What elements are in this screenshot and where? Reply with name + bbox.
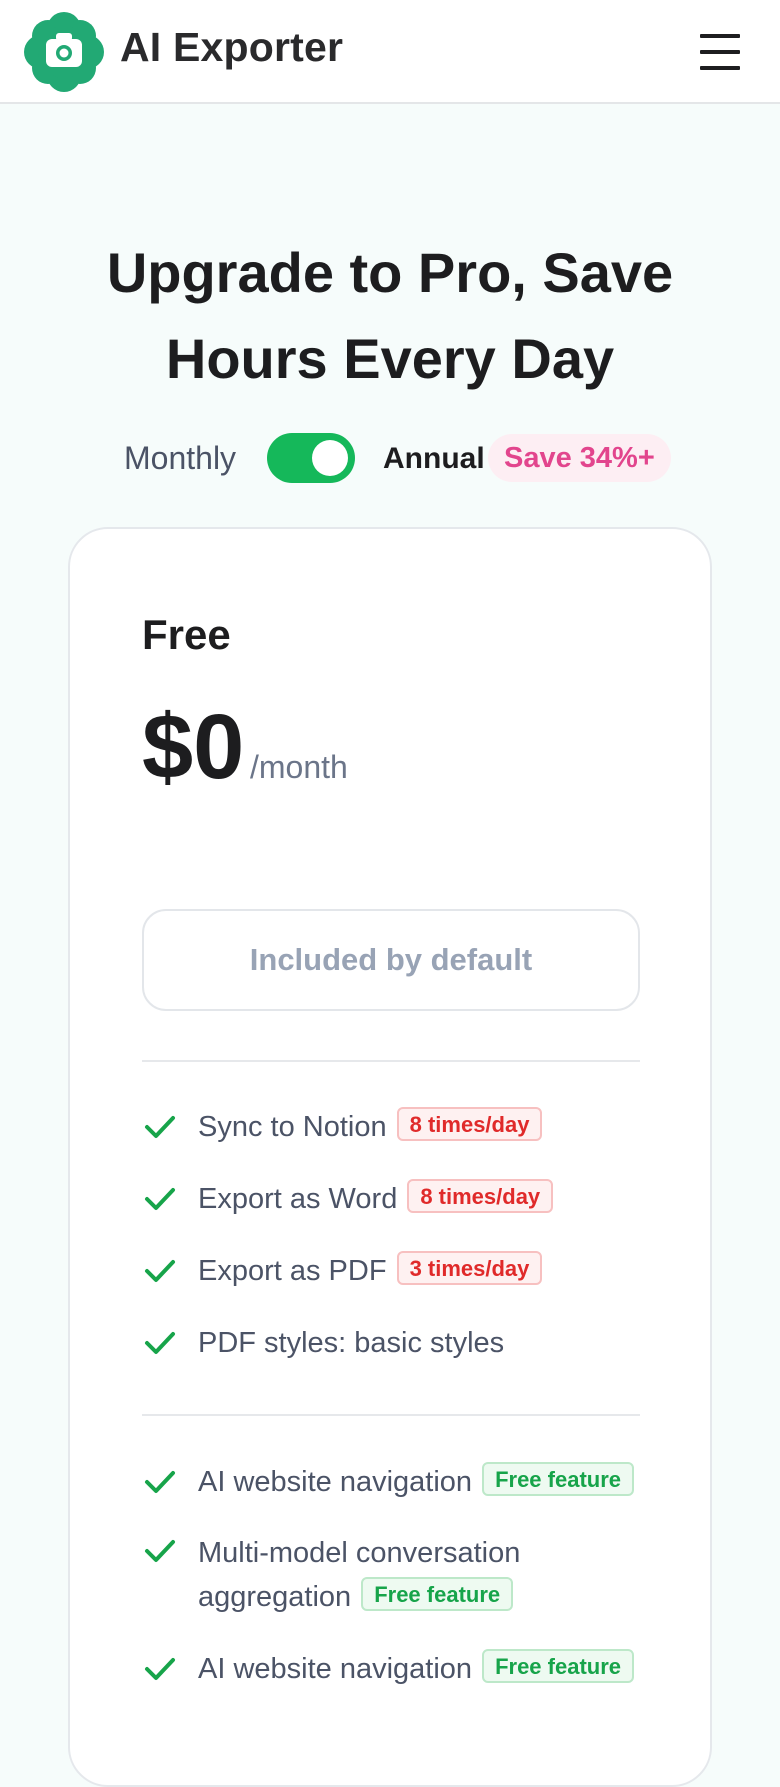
check-icon <box>145 1540 175 1562</box>
check-icon <box>145 1260 175 1282</box>
check-icon <box>145 1471 175 1493</box>
page-title-line-2: Hours Every Day <box>165 327 615 390</box>
feature-label: AI website navigation <box>198 1653 473 1685</box>
page-title-line-1: Upgrade to Pro, Save <box>106 241 674 304</box>
feature-label: Export as PDF <box>198 1255 387 1287</box>
billing-period-switch: Monthly Annual Save 34%+ <box>0 430 780 486</box>
limit-badge: 8 times/day <box>396 1107 543 1141</box>
annual-label[interactable]: Annual <box>383 442 485 476</box>
included-by-default-button[interactable]: Included by default <box>142 909 640 1011</box>
limit-badge: 8 times/day <box>407 1179 554 1213</box>
hamburger-menu-icon[interactable] <box>692 30 748 74</box>
free-plan-card: Free $0 /month Included by default Sync … <box>68 527 712 1787</box>
plan-price: $0 <box>142 696 245 798</box>
brand-name[interactable]: AI Exporter <box>120 24 343 71</box>
check-icon <box>145 1188 175 1210</box>
check-icon <box>145 1332 175 1354</box>
page-title: Upgrade to Pro, Save Hours Every Day <box>40 230 740 402</box>
check-icon <box>145 1116 175 1138</box>
camera-logo-icon[interactable] <box>24 12 104 92</box>
free-feature-badge: Free feature <box>482 1462 635 1496</box>
billing-toggle[interactable] <box>267 433 355 483</box>
top-header: AI Exporter <box>0 0 780 104</box>
free-feature-badge: Free feature <box>361 1577 514 1611</box>
check-icon <box>145 1658 175 1680</box>
divider <box>142 1060 640 1062</box>
free-feature-badge: Free feature <box>482 1649 635 1683</box>
plan-period: /month <box>250 749 348 785</box>
divider <box>142 1414 640 1416</box>
feature-label: Export as Word <box>198 1183 398 1215</box>
monthly-label[interactable]: Monthly <box>124 440 236 477</box>
feature-label: Sync to Notion <box>198 1111 387 1143</box>
limit-badge: 3 times/day <box>396 1251 543 1285</box>
plan-name: Free <box>142 611 231 658</box>
save-badge: Save 34%+ <box>488 434 671 482</box>
feature-label: PDF styles: basic styles <box>198 1327 505 1359</box>
toggle-knob <box>312 440 348 476</box>
feature-label: AI website navigation <box>198 1466 473 1498</box>
